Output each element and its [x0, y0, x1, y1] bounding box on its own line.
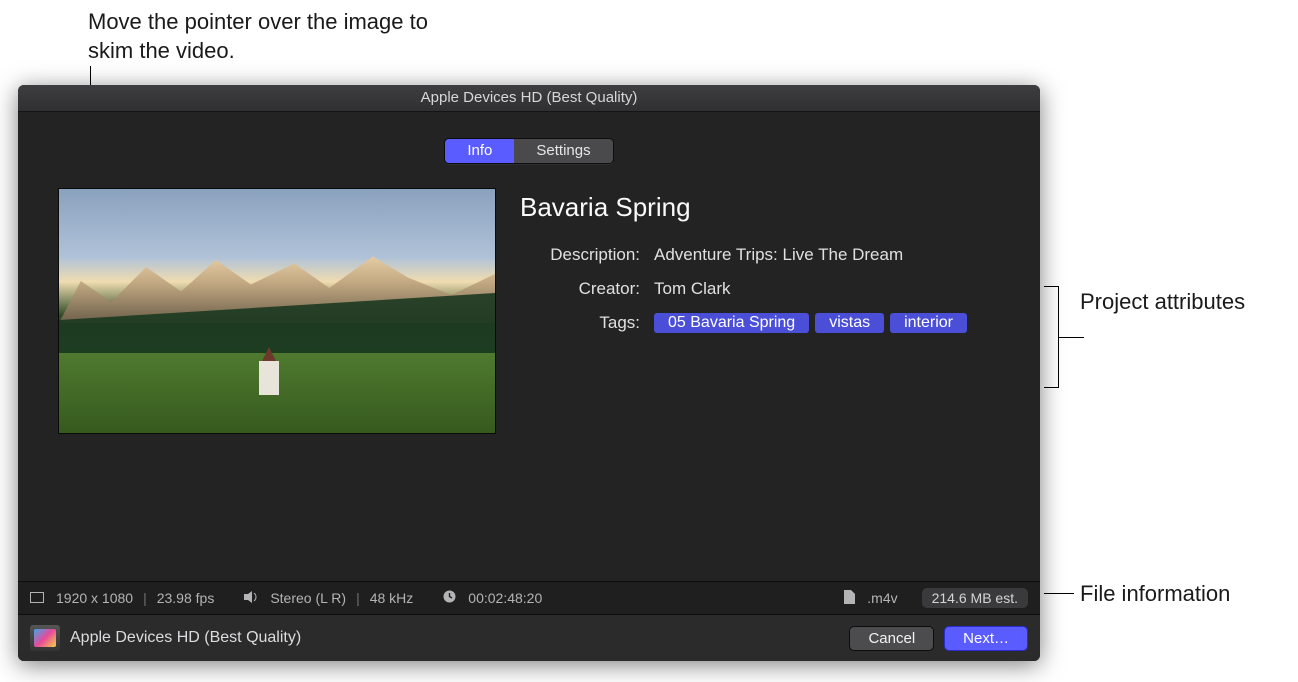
- callout-file-information: File information: [1080, 580, 1230, 609]
- bottom-bar: Apple Devices HD (Best Quality) Cancel N…: [18, 614, 1040, 661]
- panel-body: Bavaria Spring Description: Adventure Tr…: [18, 164, 1040, 581]
- value-creator[interactable]: Tom Clark: [654, 279, 1006, 299]
- info-resolution: 1920 x 1080: [56, 590, 133, 606]
- tag-item[interactable]: interior: [890, 313, 967, 333]
- info-filesize: 214.6 MB est.: [922, 588, 1028, 608]
- value-description[interactable]: Adventure Trips: Live The Dream: [654, 245, 1006, 265]
- next-button[interactable]: Next…: [944, 626, 1028, 651]
- label-tags: Tags:: [520, 313, 640, 333]
- share-sheet-window: Apple Devices HD (Best Quality) Info Set…: [18, 85, 1040, 661]
- audio-icon: [244, 590, 258, 606]
- info-timecode: 00:02:48:20: [468, 590, 542, 606]
- tab-bar: Info Settings: [18, 112, 1040, 164]
- tag-item[interactable]: 05 Bavaria Spring: [654, 313, 809, 333]
- bracket-project-attributes: [1044, 286, 1059, 388]
- info-extension: .m4v: [867, 590, 897, 606]
- file-icon: [844, 590, 855, 607]
- callout-file-info-leader: [1044, 593, 1074, 594]
- cancel-button[interactable]: Cancel: [849, 626, 934, 651]
- tab-settings[interactable]: Settings: [514, 139, 612, 163]
- clock-icon: [443, 590, 456, 606]
- segmented-control: Info Settings: [444, 138, 613, 164]
- callout-project-attributes: Project attributes: [1080, 288, 1245, 317]
- label-description: Description:: [520, 245, 640, 265]
- project-title: Bavaria Spring: [520, 192, 1006, 223]
- destination-label: Apple Devices HD (Best Quality): [70, 629, 839, 647]
- callout-skim: Move the pointer over the image to skim …: [88, 8, 428, 65]
- video-preview-thumbnail[interactable]: [58, 188, 496, 434]
- destination-icon: [30, 625, 60, 651]
- tag-item[interactable]: vistas: [815, 313, 884, 333]
- window-titlebar: Apple Devices HD (Best Quality): [18, 85, 1040, 112]
- tab-info[interactable]: Info: [445, 139, 514, 163]
- project-attributes: Bavaria Spring Description: Adventure Tr…: [520, 188, 1006, 581]
- field-description: Description: Adventure Trips: Live The D…: [520, 245, 1006, 265]
- callout-project-attributes-text: Project attributes: [1080, 289, 1245, 314]
- tags-container[interactable]: 05 Bavaria Spring vistas interior: [654, 313, 1006, 333]
- field-creator: Creator: Tom Clark: [520, 279, 1006, 299]
- info-audio: Stereo (L R): [270, 590, 346, 606]
- callout-skim-text: Move the pointer over the image to skim …: [88, 9, 428, 63]
- label-creator: Creator:: [520, 279, 640, 299]
- callout-file-information-text: File information: [1080, 581, 1230, 606]
- window-content: Info Settings Bavaria Spring Description…: [18, 112, 1040, 614]
- info-fps: 23.98 fps: [157, 590, 215, 606]
- window-title: Apple Devices HD (Best Quality): [421, 89, 638, 106]
- file-info-bar: 1920 x 1080 | 23.98 fps Stereo (L R) | 4…: [18, 581, 1040, 614]
- info-sample-rate: 48 kHz: [370, 590, 414, 606]
- frame-size-icon: [30, 590, 44, 606]
- field-tags: Tags: 05 Bavaria Spring vistas interior: [520, 313, 1006, 333]
